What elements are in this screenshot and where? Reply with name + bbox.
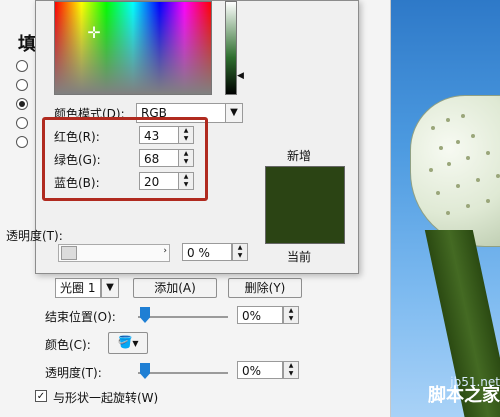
luminance-bar[interactable] <box>225 1 237 95</box>
transparency-value: 0% <box>242 364 262 378</box>
dialog-transparency-slider-thumb[interactable] <box>61 246 77 260</box>
transparency-slider-thumb[interactable] <box>140 363 150 379</box>
color-picker-button[interactable]: 🪣▼ <box>108 332 148 354</box>
gradient-stop-dropdown-button[interactable]: ▼ <box>101 278 119 298</box>
transparency-spinner[interactable]: ▲ ▼ <box>283 361 299 379</box>
chevron-down-icon: ▼ <box>106 282 114 293</box>
dialog-transparency-spinner[interactable]: ▲ ▼ <box>232 243 248 261</box>
current-color-label: 当前 <box>287 250 312 264</box>
transparency-input[interactable]: 0% <box>237 361 283 379</box>
rgb-highlight-box <box>42 117 208 201</box>
transparency-label: 透明度(T): <box>45 366 102 380</box>
fill-option-radio-selected[interactable] <box>16 98 28 110</box>
new-color-label: 新增 <box>287 149 312 163</box>
end-position-spinner[interactable]: ▲ ▼ <box>283 306 299 324</box>
chevron-down-icon: ▼ <box>132 339 139 348</box>
luminance-arrow-icon[interactable]: ◀ <box>237 71 244 81</box>
delete-stop-button[interactable]: 删除(Y) <box>228 278 302 298</box>
gradient-stop-value: 光圈 1 <box>60 281 96 295</box>
chevron-down-icon: ▼ <box>230 107 238 118</box>
end-position-slider-track[interactable] <box>138 316 228 318</box>
crosshair-icon: ✛ <box>87 23 101 42</box>
color-preview-swatch <box>265 166 345 244</box>
dialog-transparency-slider[interactable]: › <box>58 244 170 262</box>
gradient-stop-select[interactable]: 光圈 1 <box>55 278 101 298</box>
dialog-transparency-label: 透明度(T): <box>6 229 63 243</box>
watermark-brand: 脚本之家 <box>428 385 500 406</box>
fill-option-radio[interactable] <box>16 79 28 91</box>
watermark: jb51.net 脚本之家 <box>420 375 500 415</box>
fill-option-radio[interactable] <box>16 117 28 129</box>
add-stop-button[interactable]: 添加(A) <box>133 278 217 298</box>
fill-option-radio[interactable] <box>16 136 28 148</box>
color-label: 颜色(C): <box>45 338 91 352</box>
color-spectrum[interactable] <box>54 1 212 95</box>
rotate-with-shape-checkbox[interactable]: ✓ <box>35 390 47 402</box>
chevron-right-icon: › <box>163 246 167 256</box>
end-position-label: 结束位置(O): <box>45 310 116 324</box>
fill-option-radio[interactable] <box>16 60 28 72</box>
dandelion-head-image <box>410 95 500 247</box>
panel-title: 填 <box>18 34 36 55</box>
paint-bucket-icon: 🪣 <box>117 335 133 349</box>
rotate-with-shape-label: 与形状一起旋转(W) <box>53 391 159 405</box>
slide-canvas <box>390 0 500 417</box>
end-position-value: 0% <box>242 309 262 323</box>
color-mode-dropdown-button[interactable]: ▼ <box>225 103 243 123</box>
dialog-transparency-value: 0 % <box>187 246 210 260</box>
end-position-slider-thumb[interactable] <box>140 307 150 323</box>
transparency-slider-track[interactable] <box>138 372 228 374</box>
end-position-input[interactable]: 0% <box>237 306 283 324</box>
dialog-transparency-input[interactable]: 0 % <box>182 243 232 261</box>
